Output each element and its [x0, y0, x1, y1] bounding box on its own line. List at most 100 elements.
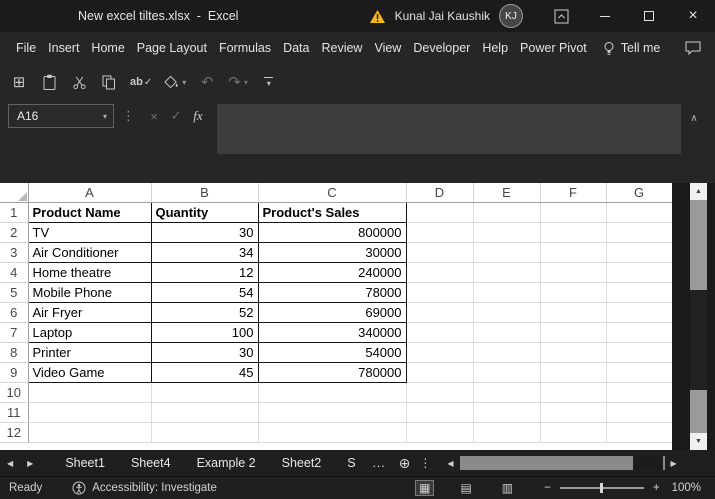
row-header-6[interactable]: 6	[0, 302, 29, 323]
menu-tab-help[interactable]: Help	[477, 41, 513, 55]
horizontal-scroll-thumb[interactable]	[632, 456, 663, 470]
cell-E7[interactable]	[473, 322, 541, 343]
sheet-tab-example-2[interactable]: Example 2	[184, 450, 269, 476]
ribbon-display-options-icon[interactable]	[539, 0, 583, 32]
cell-G5[interactable]	[606, 282, 672, 303]
row-header-12[interactable]: 12	[0, 422, 29, 443]
cut-icon[interactable]	[70, 72, 88, 92]
cell-C3[interactable]: 30000	[257, 241, 407, 263]
row-header-5[interactable]: 5	[0, 282, 29, 303]
cell-F9[interactable]	[540, 362, 607, 383]
menu-tab-insert[interactable]: Insert	[43, 41, 84, 55]
cell-F2[interactable]	[540, 222, 607, 243]
cell-A12[interactable]	[28, 422, 152, 443]
menu-tab-power-pivot[interactable]: Power Pivot	[515, 41, 592, 55]
cell-G11[interactable]	[606, 402, 672, 423]
column-header-D[interactable]: D	[406, 183, 474, 203]
cell-E2[interactable]	[473, 222, 541, 243]
paste-icon[interactable]	[40, 72, 58, 92]
cell-D4[interactable]	[406, 262, 474, 283]
cell-A8[interactable]: Printer	[27, 341, 152, 363]
menu-tab-view[interactable]: View	[369, 41, 406, 55]
cell-B1[interactable]: Quantity	[150, 201, 259, 223]
cell-A2[interactable]: TV	[27, 221, 152, 243]
row-header-3[interactable]: 3	[0, 242, 29, 263]
cell-D12[interactable]	[406, 422, 474, 443]
page-layout-view-icon[interactable]: ▤	[457, 481, 474, 495]
cell-C1[interactable]: Product's Sales	[257, 201, 407, 223]
cell-C8[interactable]: 54000	[257, 341, 407, 363]
select-all-button[interactable]	[0, 183, 29, 203]
cell-B10[interactable]	[151, 382, 259, 403]
add-sheet-icon[interactable]: ⊕	[399, 455, 411, 472]
cell-A9[interactable]: Video Game	[27, 361, 152, 383]
row-header-10[interactable]: 10	[0, 382, 29, 403]
column-header-G[interactable]: G	[606, 183, 672, 203]
zoom-in-icon[interactable]: +	[653, 482, 660, 494]
comments-icon[interactable]	[685, 41, 701, 56]
sheet-tab-sheet4[interactable]: Sheet4	[118, 450, 184, 476]
copy-icon[interactable]	[100, 72, 118, 92]
cell-G3[interactable]	[606, 242, 672, 263]
cell-G2[interactable]	[606, 222, 672, 243]
cell-A6[interactable]: Air Fryer	[27, 301, 152, 323]
sheet-tab-sheet2[interactable]: Sheet2	[269, 450, 335, 476]
cell-G7[interactable]	[606, 322, 672, 343]
name-box-dropdown-icon[interactable]: ▾	[103, 112, 113, 121]
fill-color-dropdown-icon[interactable]: ▾	[182, 78, 186, 87]
cell-A11[interactable]	[28, 402, 152, 423]
cell-A7[interactable]: Laptop	[27, 321, 152, 343]
cell-C5[interactable]: 78000	[257, 281, 407, 303]
hscroll-right-icon[interactable]: ▶	[671, 459, 677, 468]
cell-C7[interactable]: 340000	[257, 321, 407, 343]
cell-G1[interactable]	[606, 202, 672, 223]
cell-B3[interactable]: 34	[150, 241, 259, 263]
insert-function-icon[interactable]: fx	[187, 104, 209, 128]
account-area[interactable]: Kunal Jai Kaushik KJ	[369, 4, 523, 28]
name-box[interactable]: A16 ▾	[8, 104, 114, 128]
minimize-button[interactable]	[583, 0, 627, 32]
cell-E6[interactable]	[473, 302, 541, 323]
formula-input[interactable]	[217, 104, 681, 154]
cell-A1[interactable]: Product Name	[27, 201, 152, 223]
menu-tab-data[interactable]: Data	[278, 41, 314, 55]
cell-C4[interactable]: 240000	[257, 261, 407, 283]
cell-E4[interactable]	[473, 262, 541, 283]
enter-icon[interactable]: ✓	[165, 104, 187, 128]
column-header-E[interactable]: E	[473, 183, 541, 203]
cell-F6[interactable]	[540, 302, 607, 323]
cell-D2[interactable]	[406, 222, 474, 243]
formula-bar-menu-icon[interactable]: ⋮	[122, 109, 135, 122]
cell-D5[interactable]	[406, 282, 474, 303]
cell-E9[interactable]	[473, 362, 541, 383]
column-header-A[interactable]: A	[28, 183, 152, 203]
cell-G4[interactable]	[606, 262, 672, 283]
cell-G8[interactable]	[606, 342, 672, 363]
cell-F4[interactable]	[540, 262, 607, 283]
warning-icon[interactable]	[369, 9, 386, 24]
maximize-button[interactable]	[627, 0, 671, 32]
sheet-tab-s[interactable]: S	[334, 450, 368, 476]
row-header-4[interactable]: 4	[0, 262, 29, 283]
table-icon[interactable]: ⊞	[10, 72, 28, 92]
close-button[interactable]: ×	[671, 0, 715, 32]
customize-toolbar-icon[interactable]: ▾	[260, 72, 278, 92]
row-header-7[interactable]: 7	[0, 322, 29, 343]
collapse-formula-bar-icon[interactable]: ∧	[681, 106, 707, 130]
zoom-slider-handle[interactable]	[599, 483, 603, 493]
sheet-tab-overflow[interactable]: ...	[373, 456, 386, 470]
cell-B11[interactable]	[151, 402, 259, 423]
redo-icon[interactable]: ↷ ▾	[228, 72, 248, 92]
undo-icon[interactable]: ↶	[198, 72, 216, 92]
cell-B4[interactable]: 12	[150, 261, 259, 283]
cell-C12[interactable]	[258, 422, 407, 443]
cell-C10[interactable]	[258, 382, 407, 403]
cancel-icon[interactable]: ×	[143, 104, 165, 128]
sheet-options-icon[interactable]: ⋮	[419, 456, 431, 470]
menu-tab-formulas[interactable]: Formulas	[214, 41, 276, 55]
tell-me-button[interactable]: Tell me	[603, 41, 660, 56]
zoom-level[interactable]: 100%	[672, 482, 701, 494]
cell-D1[interactable]	[406, 202, 474, 223]
row-header-9[interactable]: 9	[0, 362, 29, 383]
column-header-C[interactable]: C	[258, 183, 407, 203]
